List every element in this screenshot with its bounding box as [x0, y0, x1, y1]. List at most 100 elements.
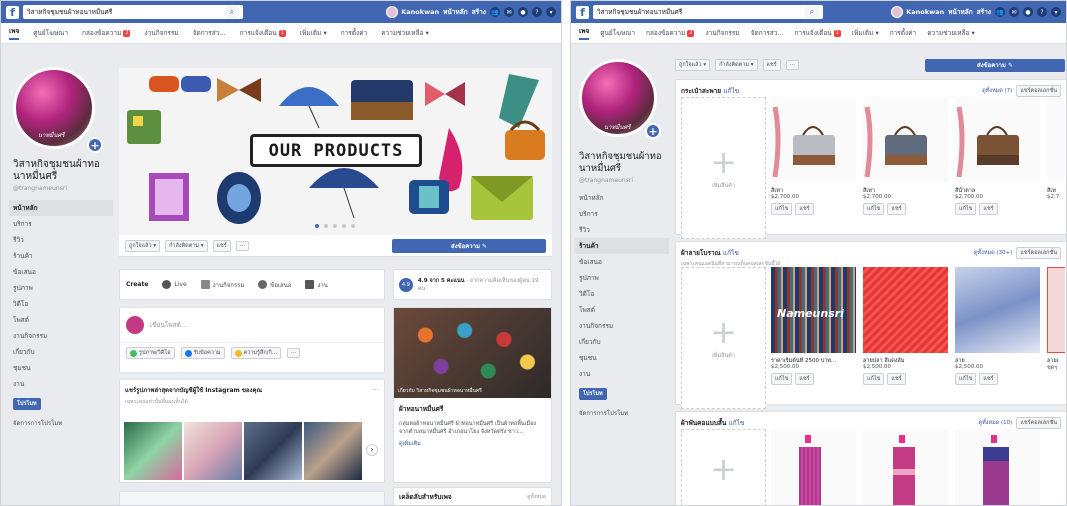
manage-promotions-link[interactable]: จัดการการโปรโมท [13, 418, 113, 428]
sidebar-item-events[interactable]: งานกิจกรรม [579, 318, 669, 334]
carousel-dot[interactable] [315, 224, 319, 228]
share-button[interactable]: แชร์ [887, 203, 906, 215]
carousel-dot[interactable] [351, 224, 355, 228]
share-button[interactable]: แชร์ [979, 373, 998, 385]
thread-spools-image[interactable]: เกี่ยวกับ วิสาหกิจชุมชนผ้าทอนาหมื่นศรี [394, 308, 551, 398]
sidebar-item-about[interactable]: เกี่ยวกับ [579, 334, 669, 350]
share-button[interactable]: แชร์ [887, 373, 906, 385]
tab-manage[interactable]: จัดการส่ว... [193, 28, 226, 38]
get-messages-button[interactable]: รับข้อความ [180, 347, 225, 359]
product-card[interactable]: สีเท $2,7 [1047, 97, 1065, 200]
product-card[interactable]: สีเทา $2,700.00 แก้ไข แชร์ [771, 97, 856, 215]
share-button[interactable]: แชร์ [762, 59, 781, 71]
messenger-icon[interactable]: ✉ [504, 7, 514, 17]
edit-collection-link[interactable]: แก้ไข [723, 249, 739, 257]
product-card[interactable]: ลาย $2,500.00 แก้ไข แชร์ [955, 267, 1040, 385]
tab-inbox[interactable]: กล่องข้อความ 2 [646, 28, 695, 38]
bell-icon[interactable]: ● [518, 7, 528, 17]
tab-events[interactable]: งานกิจกรรม [705, 28, 739, 38]
sidebar-item-posts[interactable]: โพสต์ [579, 302, 669, 318]
more-button[interactable]: ··· [785, 60, 799, 70]
instagram-photo[interactable] [304, 422, 362, 480]
follow-button[interactable]: กำลังติดตาม ▾ [715, 59, 758, 71]
photo-video-button[interactable]: รูปภาพ/วิดีโอ [126, 347, 175, 359]
sidebar-item-community[interactable]: ชุมชน [579, 350, 669, 366]
cover-photo[interactable]: OUR PRODUCTS [119, 68, 552, 235]
product-card[interactable]: Nameunsri ราคาเริ่มต้นที่ 2500 บาท... $2… [771, 267, 856, 385]
tab-settings[interactable]: การตั้งค่า [341, 28, 367, 38]
sidebar-item-about[interactable]: เกี่ยวกับ [13, 344, 113, 360]
tab-page[interactable]: เพจ [579, 26, 590, 40]
follow-button[interactable]: กำลังติดตาม ▾ [165, 239, 208, 252]
instagram-photo[interactable] [184, 422, 242, 480]
sidebar-item-home[interactable]: หน้าหลัก [579, 190, 669, 206]
search-input[interactable]: วิสาหกิจชุมชนผ้าทอนาหมื่นศรี ⌕ [593, 5, 823, 19]
promote-button[interactable]: โปรโมท [579, 388, 607, 400]
create-link[interactable]: สร้าง [472, 7, 486, 17]
profile-picture[interactable]: นาหมื่นศรี [13, 67, 95, 149]
sidebar-item-reviews[interactable]: รีวิว [579, 222, 669, 238]
edit-collection-link[interactable]: แก้ไข [729, 419, 745, 427]
sidebar-item-posts[interactable]: โพสต์ [13, 312, 113, 328]
share-collection-button[interactable]: แชร์คอลเลกชั่น [1016, 85, 1061, 97]
friends-icon[interactable]: 👥 [490, 7, 500, 17]
sidebar-item-photos[interactable]: รูปภาพ [579, 270, 669, 286]
sidebar-item-photos[interactable]: รูปภาพ [13, 280, 113, 296]
chevron-right-icon[interactable]: › [366, 444, 378, 456]
sidebar-item-jobs[interactable]: งาน [579, 366, 669, 382]
facebook-logo-icon[interactable]: f [6, 5, 19, 19]
like-button[interactable]: ถูกใจแล้ว ▾ [675, 59, 711, 71]
profile-picture[interactable]: นาหมื่นศรี [579, 59, 657, 137]
send-message-button[interactable]: ส่งข้อความ ✎ [925, 58, 1065, 72]
chevron-down-icon[interactable]: ▾ [546, 7, 556, 17]
live-button[interactable]: Live [162, 280, 187, 289]
user-profile-link[interactable]: Kanokwan [386, 6, 439, 18]
tab-notifications[interactable]: การแจ้งเตือน 1 [795, 28, 841, 38]
edit-button[interactable]: แก้ไข [771, 373, 793, 385]
add-photo-icon[interactable]: + [645, 123, 661, 139]
share-button[interactable]: แชร์ [979, 203, 998, 215]
add-product-button[interactable]: + เพิ่มสินค้า [681, 267, 766, 409]
tab-manage[interactable]: จัดการส่ว... [751, 28, 784, 38]
see-all-link[interactable]: ดูทั้งหมด (30+) [974, 249, 1012, 257]
tab-ad-center[interactable]: ศูนย์โฆษณา [33, 28, 68, 38]
edit-collection-link[interactable]: แก้ไข [723, 87, 739, 95]
see-more-link[interactable]: ดูเพิ่มเติม [399, 440, 546, 448]
edit-button[interactable]: แก้ไข [955, 373, 977, 385]
edit-button[interactable]: แก้ไข [863, 373, 885, 385]
sidebar-item-offers[interactable]: ข้อเสนอ [579, 254, 669, 270]
product-image[interactable] [955, 267, 1040, 353]
tab-events[interactable]: งานกิจกรรม [144, 28, 178, 38]
messenger-icon[interactable]: ✉ [1009, 7, 1019, 17]
sidebar-item-videos[interactable]: วิดีโอ [13, 296, 113, 312]
like-button[interactable]: ถูกใจแล้ว ▾ [125, 239, 161, 252]
promote-button[interactable]: โปรโมท [13, 398, 41, 410]
sidebar-item-community[interactable]: ชุมชน [13, 360, 113, 376]
tab-settings[interactable]: การตั้งค่า [890, 28, 916, 38]
sidebar-item-offers[interactable]: ข้อเสนอ [13, 264, 113, 280]
post-input[interactable]: เขียนโพสต์... [150, 320, 187, 330]
share-button[interactable]: แชร์ [795, 373, 814, 385]
instagram-photo[interactable] [124, 422, 182, 480]
create-link[interactable]: สร้าง [977, 7, 991, 17]
product-image[interactable] [863, 97, 948, 183]
carousel-dot[interactable] [333, 224, 337, 228]
tab-help[interactable]: ความช่วยเหลือ ▾ [381, 28, 429, 38]
chevron-down-icon[interactable]: ▾ [1051, 7, 1061, 17]
sidebar-item-videos[interactable]: วิดีโอ [579, 286, 669, 302]
sidebar-item-reviews[interactable]: รีวิว [13, 232, 113, 248]
edit-button[interactable]: แก้ไข [863, 203, 885, 215]
friends-icon[interactable]: 👥 [995, 7, 1005, 17]
tab-more[interactable]: เพิ่มเติม ▾ [300, 28, 327, 38]
home-link[interactable]: หน้าหลัก [443, 7, 468, 17]
more-button[interactable]: ··· [235, 240, 249, 251]
edit-button[interactable]: แก้ไข [955, 203, 977, 215]
help-icon[interactable]: ? [532, 7, 542, 17]
tab-help[interactable]: ความช่วยเหลือ ▾ [927, 28, 975, 38]
see-all-link[interactable]: ดูทั้งหมด [527, 493, 546, 501]
sidebar-item-shop[interactable]: ร้านค้า [575, 238, 669, 254]
add-product-button[interactable]: + [681, 429, 766, 505]
rating-card[interactable]: 4.9 4.9 จาก 5 คะแนน · จากความคิดเห็นของผ… [393, 269, 552, 300]
user-profile-link[interactable]: Kanokwan [891, 6, 944, 18]
carousel-dot[interactable] [324, 224, 328, 228]
